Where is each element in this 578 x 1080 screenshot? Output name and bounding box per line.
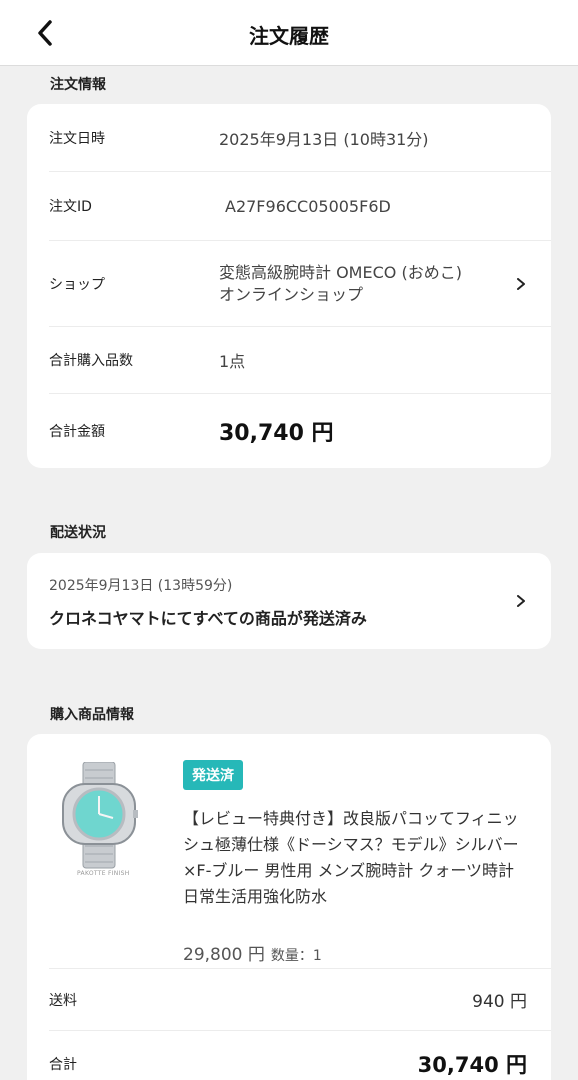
product-quantity: 数量：1 [270,948,322,964]
order-date-value: 2025年9月13日 (10時31分) [219,129,429,149]
order-id-row: 注文ID A27F96CC05005F6D [49,172,551,241]
order-id-label: 注文ID [49,199,92,215]
item-count-value: 1点 [219,352,246,371]
shop-row[interactable]: ショップ 変態高級腕時計 OMECO (おめこ) オンラインショップ [49,241,551,327]
order-id-value: A27F96CC05005F6D [225,196,391,216]
shop-name[interactable]: 変態高級腕時計 OMECO (おめこ) オンラインショップ [219,262,462,306]
product-item[interactable]: PAKOTTE FINISH 発送済 【レビュー特典付き】改良版パコッてフィニッ… [49,734,551,969]
shop-name-line1: 変態高級腕時計 OMECO (おめこ) [219,262,462,282]
product-total-label: 合計 [49,1057,77,1073]
order-date-row: 注文日時 2025年9月13日 (10時31分) [49,104,551,172]
product-price-line: 29,800 円数量：1 [183,940,525,965]
total-amount-value: 30,740 円 [219,421,334,446]
section-label-order-info: 注文情報 [50,77,106,93]
shipping-fee-row: 送料 940 円 [49,969,551,1031]
order-info-card: 注文日時 2025年9月13日 (10時31分) 注文ID A27F96CC05… [27,104,551,468]
nav-bar: 注文履歴 [0,0,578,66]
product-total-row: 合計 30,740 円 [49,1031,551,1080]
product-image[interactable]: PAKOTTE FINISH [49,734,183,968]
shipping-fee-value: 940 円 [472,992,527,1012]
status-badge: 発送済 [183,760,243,790]
shipping-status-card[interactable]: 2025年9月13日 (13時59分) クロネコヤマトにてすべての商品が発送済み [27,553,551,649]
chevron-right-icon[interactable] [515,595,527,607]
product-total-value: 30,740 円 [417,1053,527,1077]
product-card: PAKOTTE FINISH 発送済 【レビュー特典付き】改良版パコッてフィニッ… [27,734,551,1080]
total-amount-label: 合計金額 [49,424,105,440]
shop-label: ショップ [49,276,105,293]
product-name[interactable]: 【レビュー特典付き】改良版パコッてフィニッシュ極薄仕様《ドーシマス？モデル》シル… [183,806,525,910]
shipping-message: クロネコヤマトにてすべての商品が発送済み [49,609,367,628]
chevron-right-icon[interactable] [515,278,527,290]
total-amount-row: 合計金額 30,740 円 [49,394,551,468]
order-date-label: 注文日時 [49,130,105,147]
watch-image [62,761,138,869]
section-label-shipping: 配送状況 [50,525,106,541]
shop-name-line2: オンラインショップ [219,284,364,304]
shipping-date: 2025年9月13日 (13時59分) [49,578,233,594]
item-count-row: 合計購入品数 1点 [49,327,551,394]
item-count-label: 合計購入品数 [49,353,133,369]
page-title: 注文履歴 [249,24,329,48]
shipping-fee-label: 送料 [49,992,77,1009]
section-label-products: 購入商品情報 [50,707,134,723]
product-price: 29,800 円 [183,945,265,965]
